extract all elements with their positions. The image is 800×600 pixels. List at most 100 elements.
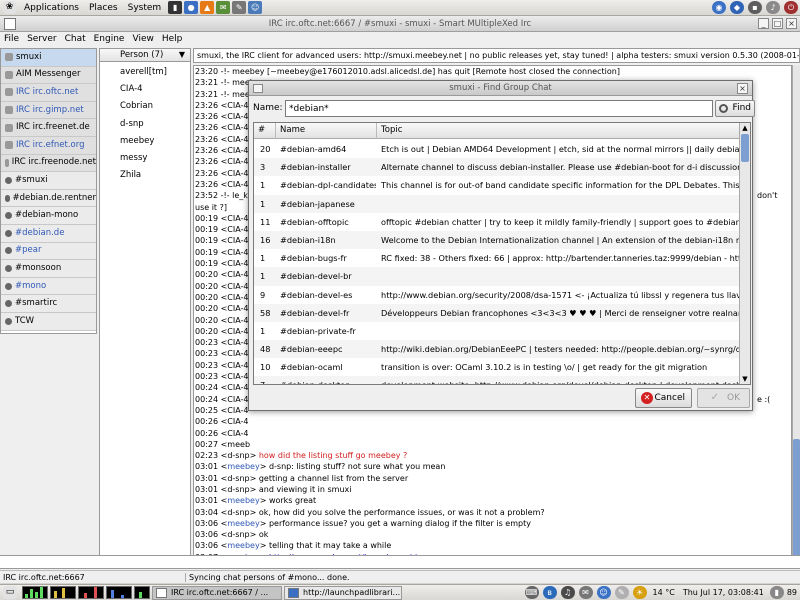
tree-item[interactable]: IRC irc.oftc.net bbox=[1, 84, 96, 102]
result-row[interactable]: 1 #debian-japanese bbox=[254, 194, 740, 213]
gnome-foot-icon[interactable]: ❀ bbox=[3, 1, 16, 14]
cpu-graph-icon[interactable] bbox=[22, 586, 48, 599]
chat-nick[interactable]: d-snp bbox=[227, 451, 249, 460]
scroll-down-icon[interactable]: ▼ bbox=[740, 374, 750, 384]
tree-item[interactable]: smuxi bbox=[1, 49, 96, 67]
chat-scrollbar-thumb[interactable] bbox=[793, 439, 800, 559]
dialog-titlebar[interactable]: smuxi - Find Group Chat × bbox=[249, 81, 752, 96]
tree-item[interactable]: #mono bbox=[1, 277, 96, 296]
power-tray-icon[interactable]: ⏻ bbox=[784, 1, 798, 14]
dialog-close-icon[interactable]: × bbox=[737, 83, 748, 94]
person-item[interactable]: Zhila bbox=[100, 167, 190, 184]
result-row[interactable]: 7#debian-desktop development website: htt… bbox=[254, 376, 740, 384]
clock[interactable]: Thu Jul 17, 03:08:41 bbox=[683, 588, 764, 597]
result-row[interactable]: 16 #debian-i18n Welcome to the Debian Inte… bbox=[254, 230, 740, 250]
person-item[interactable]: d-snp bbox=[100, 116, 190, 133]
chat-nick[interactable]: d-snp bbox=[227, 508, 249, 517]
chat-nick[interactable]: meebey bbox=[227, 462, 259, 471]
system-menu[interactable]: System bbox=[123, 0, 167, 16]
result-row[interactable]: 48 #debian-eeepc http://wiki.debian.org/De… bbox=[254, 340, 740, 359]
menu-help[interactable]: Help bbox=[158, 32, 187, 46]
result-row[interactable]: 10 #debian-ocaml transition is over: OCaml… bbox=[254, 358, 740, 376]
cancel-button[interactable]: ✕ Cancel bbox=[635, 388, 692, 408]
chat-nick[interactable]: meebey bbox=[227, 496, 259, 505]
memory-graph-icon[interactable] bbox=[50, 586, 76, 599]
tree-item[interactable]: AIM Messenger bbox=[1, 66, 96, 85]
dialog-menu-icon[interactable] bbox=[253, 84, 263, 93]
window-titlebar[interactable]: IRC irc.oftc.net:6667 / #smuxi - smuxi -… bbox=[0, 16, 800, 32]
terminal-launcher-icon[interactable]: ▮ bbox=[168, 1, 183, 14]
places-menu[interactable]: Places bbox=[84, 0, 123, 16]
maximize-icon[interactable]: □ bbox=[772, 18, 783, 29]
minimize-icon[interactable]: _ bbox=[758, 18, 769, 29]
weather-temperature[interactable]: 14 °C bbox=[653, 588, 675, 597]
result-row[interactable]: 3 #debian-installer Alternate channel to d… bbox=[254, 158, 740, 177]
tree-item[interactable]: #pear bbox=[1, 242, 96, 261]
result-row[interactable]: 9 #debian-devel-es http://www.debian.org/s… bbox=[254, 286, 740, 304]
tree-item[interactable]: #debian.de bbox=[1, 224, 96, 243]
chat-scrollbar[interactable] bbox=[792, 65, 800, 568]
result-row[interactable]: 58 #debian-devel-fr Développeurs Debian fr… bbox=[254, 303, 740, 322]
result-row[interactable]: 1 #debian-bugs-fr RC fixed: 38 - Others fi… bbox=[254, 249, 740, 267]
result-row[interactable]: 1 #debian-devel-br bbox=[254, 267, 740, 286]
bluetooth-tray-icon[interactable]: ʙ bbox=[542, 586, 557, 599]
column-count[interactable]: # bbox=[254, 123, 276, 139]
editor-launcher-icon[interactable]: ✎ bbox=[232, 1, 247, 14]
menu-view[interactable]: View bbox=[128, 32, 157, 46]
tree-item[interactable]: IRC irc.freenode.net bbox=[1, 154, 96, 173]
browser-launcher-icon[interactable]: ● bbox=[184, 1, 199, 14]
tree-item[interactable]: #smuxi bbox=[1, 172, 96, 190]
person-item[interactable]: meebey bbox=[100, 133, 190, 150]
volume-tray-icon[interactable]: ♪ bbox=[766, 1, 780, 14]
result-row[interactable]: 1 #debian-private-fr bbox=[254, 322, 740, 340]
tree-item[interactable]: IRC irc.efnet.org bbox=[1, 136, 96, 155]
person-column-header[interactable]: Person (7) ▼ bbox=[99, 48, 191, 62]
mail-launcher-icon[interactable]: ✉ bbox=[216, 1, 231, 14]
tree-item[interactable]: #debian.de.rentner bbox=[1, 189, 96, 208]
menu-chat[interactable]: Chat bbox=[61, 32, 90, 46]
keyboard-tray-icon[interactable]: ⌨ bbox=[524, 586, 539, 599]
chat-launcher-icon[interactable]: ☺ bbox=[248, 1, 263, 14]
ok-button[interactable]: ✓ OK bbox=[697, 388, 750, 408]
weather-icon[interactable]: ☀ bbox=[632, 586, 647, 599]
find-button[interactable]: Find bbox=[715, 100, 755, 117]
taskbar-smuxi[interactable]: IRC irc.oftc.net:6667 / ... bbox=[152, 585, 282, 600]
chat-nick[interactable]: d-snp bbox=[227, 530, 249, 539]
topic-bar[interactable]: smuxi, the IRC client for advanced users… bbox=[193, 48, 800, 63]
update-tray-icon[interactable]: ◆ bbox=[730, 1, 744, 14]
person-item[interactable]: averell[tm] bbox=[100, 64, 190, 81]
menu-server[interactable]: Server bbox=[23, 32, 61, 46]
close-icon[interactable]: × bbox=[786, 18, 797, 29]
result-row[interactable]: 20 #debian-amd64 Etch is out | Debian AMD6… bbox=[254, 140, 740, 158]
tree-item[interactable]: IRC irc.gimp.net bbox=[1, 101, 96, 120]
results-scrollbar-thumb[interactable] bbox=[741, 134, 749, 162]
person-item[interactable]: messy bbox=[100, 150, 190, 167]
person-item[interactable]: Cobrian bbox=[100, 98, 190, 115]
tree-item[interactable]: #monsoon bbox=[1, 260, 96, 278]
name-filter-input[interactable] bbox=[285, 100, 713, 117]
vlc-launcher-icon[interactable]: ▲ bbox=[200, 1, 215, 14]
battery-tray-icon[interactable]: ▮ bbox=[769, 586, 784, 599]
applications-menu[interactable]: Applications bbox=[19, 0, 84, 16]
column-name[interactable]: Name bbox=[276, 123, 377, 139]
network-graph-icon[interactable] bbox=[78, 586, 104, 599]
chat-nick[interactable]: meebey bbox=[227, 519, 259, 528]
tree-item[interactable]: #debian-mono bbox=[1, 207, 96, 225]
disk-graph-icon[interactable] bbox=[106, 586, 132, 599]
load-graph-icon[interactable] bbox=[134, 586, 150, 599]
window-menu-icon[interactable] bbox=[4, 18, 16, 30]
person-item[interactable]: CIA-4 bbox=[100, 81, 190, 98]
sound-tray-icon[interactable]: ♫ bbox=[560, 586, 575, 599]
results-scrollbar[interactable]: ▲ ▼ bbox=[739, 123, 750, 384]
mail-tray-icon[interactable]: ✉ bbox=[578, 586, 593, 599]
taskbar-browser[interactable]: http://launchpadlibrari... bbox=[284, 585, 402, 600]
column-topic[interactable]: Topic bbox=[377, 123, 740, 139]
tree-item[interactable]: #smartirc bbox=[1, 295, 96, 313]
notes-tray-icon[interactable]: ✎ bbox=[614, 586, 629, 599]
result-row[interactable]: 1 #debian-dpl-candidates This channel is f… bbox=[254, 176, 740, 194]
chat-nick[interactable]: meebey bbox=[227, 541, 259, 550]
messenger-tray-icon[interactable]: ☺ bbox=[596, 586, 611, 599]
print-tray-icon[interactable]: ▪ bbox=[748, 1, 762, 14]
show-desktop-icon[interactable]: ▭ bbox=[3, 586, 17, 599]
scroll-up-icon[interactable]: ▲ bbox=[740, 123, 750, 133]
